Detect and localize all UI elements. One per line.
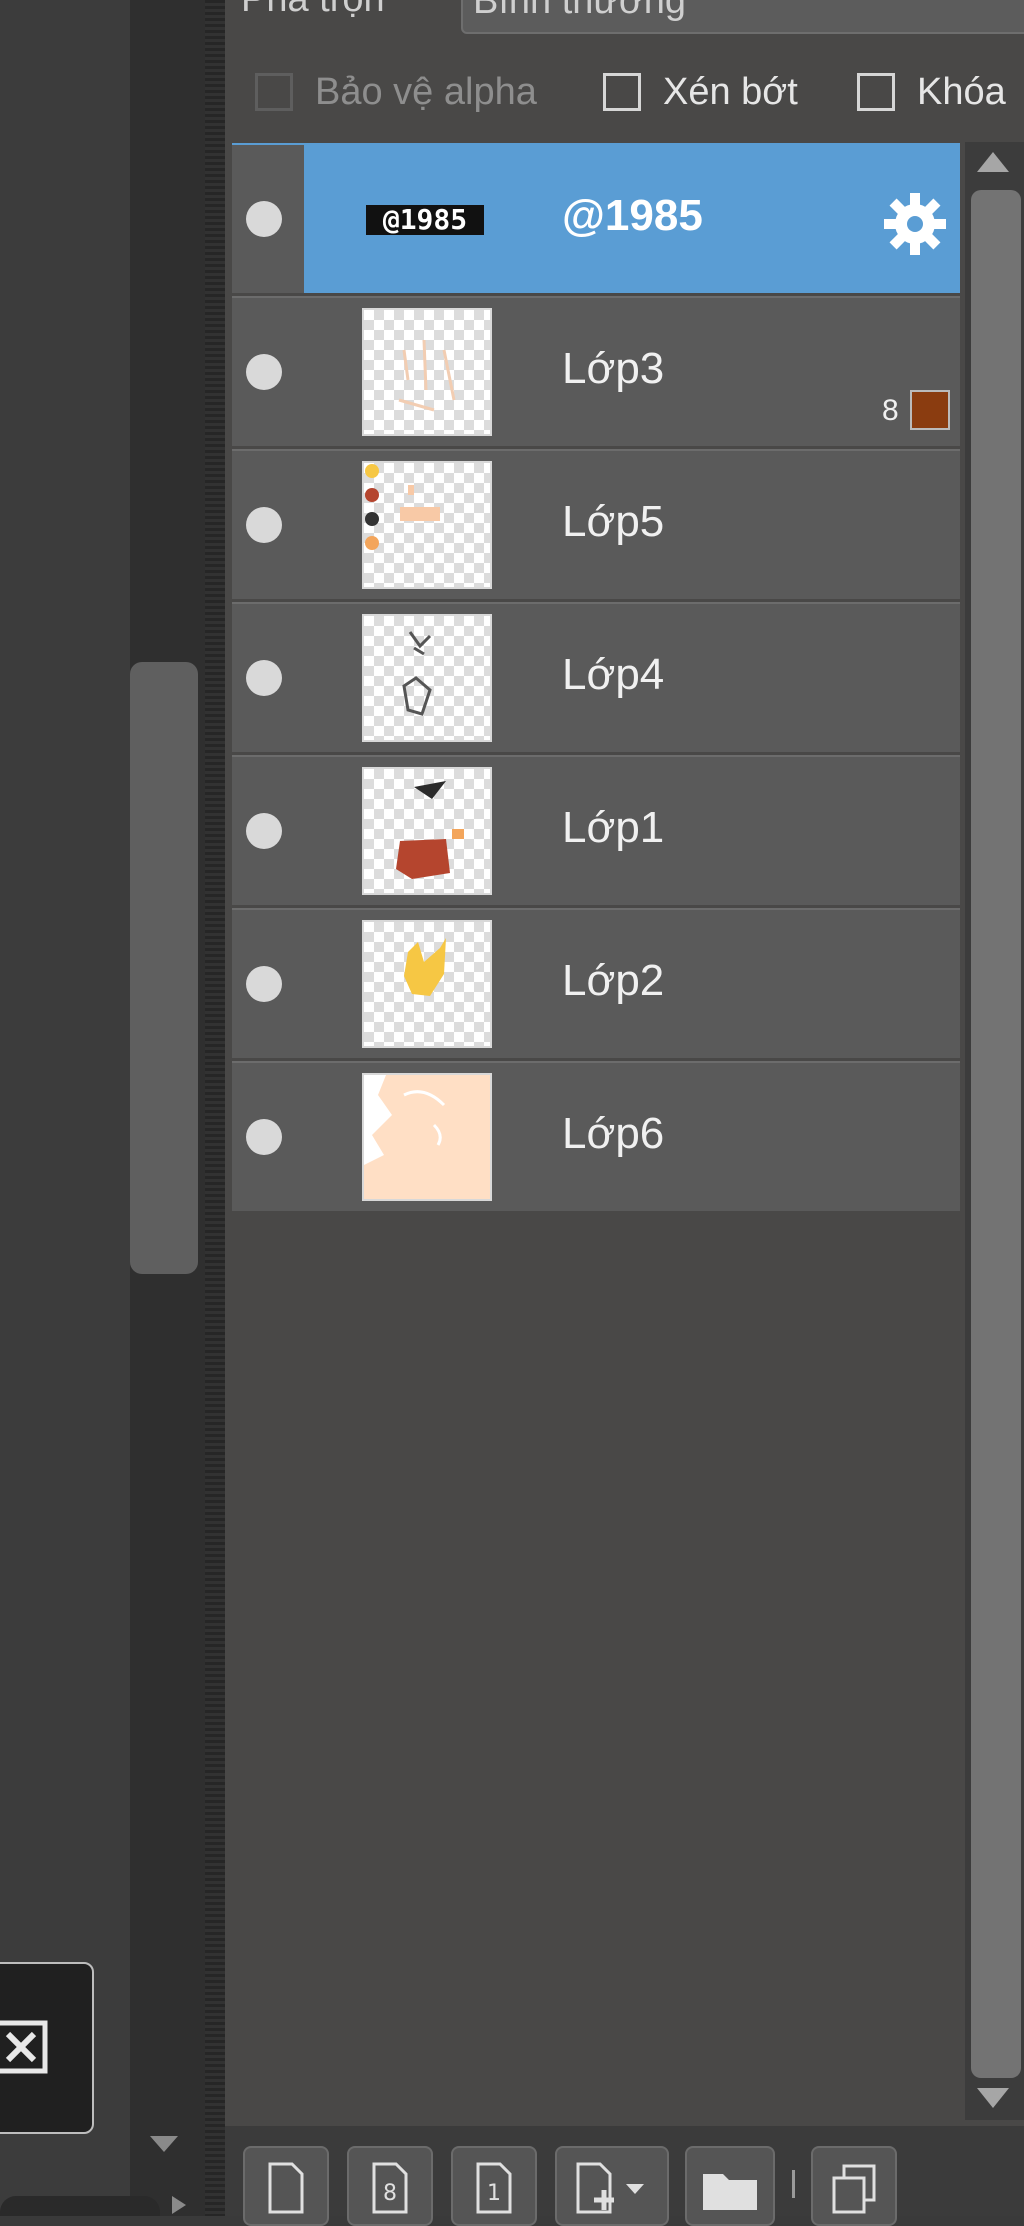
layer-8bit-icon: 8: [372, 2162, 408, 2214]
layer-thumbnail: [362, 614, 492, 742]
visibility-toggle[interactable]: [246, 201, 282, 237]
color-fill-thumb: [396, 781, 464, 879]
protect-alpha-option: Bảo vệ alpha: [255, 68, 537, 116]
visibility-toggle[interactable]: [246, 1119, 282, 1155]
visibility-column: [232, 145, 304, 293]
layer-name: Lớp4: [562, 650, 665, 699]
layer-row-lop1[interactable]: Lớp1: [232, 755, 960, 905]
layer-row-1985[interactable]: @1985 @1985: [232, 143, 960, 293]
visibility-column: [232, 910, 304, 1058]
text-layer-thumb: @1985: [366, 203, 484, 236]
layer-name: Lớp2: [562, 956, 665, 1005]
scroll-up-icon[interactable]: [977, 152, 1009, 172]
visibility-toggle[interactable]: [246, 354, 282, 390]
mask-count: 8: [882, 394, 899, 427]
close-panel-button[interactable]: [0, 1962, 94, 2134]
visibility-column: [232, 1063, 304, 1211]
skin-fill-thumb: [364, 1075, 446, 1165]
mask-color-swatch[interactable]: [910, 390, 950, 430]
thumb-text: @1985: [383, 203, 467, 236]
layer-thumbnail: [362, 308, 492, 436]
layer-thumbnail: [362, 1073, 492, 1201]
protect-alpha-label: Bảo vệ alpha: [315, 70, 537, 113]
new-1bit-layer-button[interactable]: 1: [451, 2146, 537, 2226]
toolbar-separator: [792, 2170, 795, 2198]
layer-row-lop2[interactable]: Lớp2: [232, 908, 960, 1058]
left-scroll-right-icon[interactable]: [172, 2196, 186, 2214]
visibility-column: [232, 298, 304, 446]
layer-name: @1985: [562, 191, 703, 240]
add-layer-menu-button[interactable]: [555, 2146, 669, 2226]
layer-name: Lớp3: [562, 344, 665, 393]
gear-icon[interactable]: [880, 189, 950, 259]
scroll-down-icon[interactable]: [977, 2088, 1009, 2108]
blend-mode-label: Pha trộn: [241, 0, 385, 21]
duplicate-layer-button[interactable]: [811, 2146, 897, 2226]
visibility-toggle[interactable]: [246, 507, 282, 543]
add-layer-menu-icon: [576, 2162, 644, 2214]
left-bottom-tab: [0, 2196, 160, 2216]
folder-icon: [703, 2174, 757, 2210]
lock-option: Khóa: [857, 68, 1006, 116]
blend-mode-row: Pha trộn Bình thường: [225, 0, 1024, 40]
layer-1bit-icon: 1: [476, 2162, 512, 2214]
close-box-icon: [0, 2020, 48, 2074]
svg-text:1: 1: [487, 2181, 501, 2206]
layer-list: @1985 @1985 Lớp3 8 Lớp5 Lớp4 Lớp1 Lớp2 L…: [232, 143, 960, 1214]
clipping-label: Xén bớt: [663, 70, 798, 113]
visibility-column: [232, 757, 304, 905]
visibility-toggle[interactable]: [246, 966, 282, 1002]
blend-mode-select[interactable]: Bình thường: [461, 0, 1024, 34]
layer-list-scrollbar[interactable]: [965, 142, 1024, 2120]
canvas-side-panel: [0, 0, 130, 2216]
visibility-column: [232, 451, 304, 599]
layer-thumbnail: [362, 920, 492, 1048]
layer-list-scroll-thumb[interactable]: [971, 190, 1021, 2078]
duplicate-icon: [832, 2164, 876, 2214]
layer-row-lop4[interactable]: Lớp4: [232, 602, 960, 752]
sketch-thumb: [398, 339, 456, 412]
yellow-fill-thumb: [404, 938, 446, 996]
left-scrollbar-thumb[interactable]: [130, 662, 198, 1274]
layer-row-lop5[interactable]: Lớp5: [232, 449, 960, 599]
svg-text:8: 8: [383, 2181, 397, 2206]
layer-thumbnail: @1985: [362, 155, 492, 283]
layer-row-lop3[interactable]: Lớp3 8: [232, 296, 960, 446]
layer-name: Lớp5: [562, 497, 665, 546]
layer-thumbnail: [362, 767, 492, 895]
visibility-toggle[interactable]: [246, 660, 282, 696]
new-layer-icon: [268, 2162, 304, 2214]
clipping-checkbox[interactable]: [603, 73, 641, 111]
blend-mode-value: Bình thường: [473, 0, 687, 22]
lock-label: Khóa: [917, 70, 1006, 113]
protect-alpha-checkbox[interactable]: [255, 73, 293, 111]
new-layer-button[interactable]: [243, 2146, 329, 2226]
layers-panel: Pha trộn Bình thường Bảo vệ alpha Xén bớ…: [225, 0, 1024, 2226]
lineart-thumb: [402, 631, 432, 716]
palette-thumb: [365, 464, 440, 550]
left-scroll-down-icon[interactable]: [150, 2136, 178, 2152]
layer-name: Lớp1: [562, 803, 665, 852]
clipping-option: Xén bớt: [603, 68, 798, 116]
visibility-column: [232, 604, 304, 752]
new-8bit-layer-button[interactable]: 8: [347, 2146, 433, 2226]
layer-toolbar: 8 1: [225, 2126, 1024, 2226]
layer-thumbnail: [362, 461, 492, 589]
lock-checkbox[interactable]: [857, 73, 895, 111]
panel-divider[interactable]: [205, 0, 225, 2216]
layer-name: Lớp6: [562, 1109, 665, 1158]
new-folder-button[interactable]: [685, 2146, 775, 2226]
visibility-toggle[interactable]: [246, 813, 282, 849]
layer-row-lop6[interactable]: Lớp6: [232, 1061, 960, 1211]
